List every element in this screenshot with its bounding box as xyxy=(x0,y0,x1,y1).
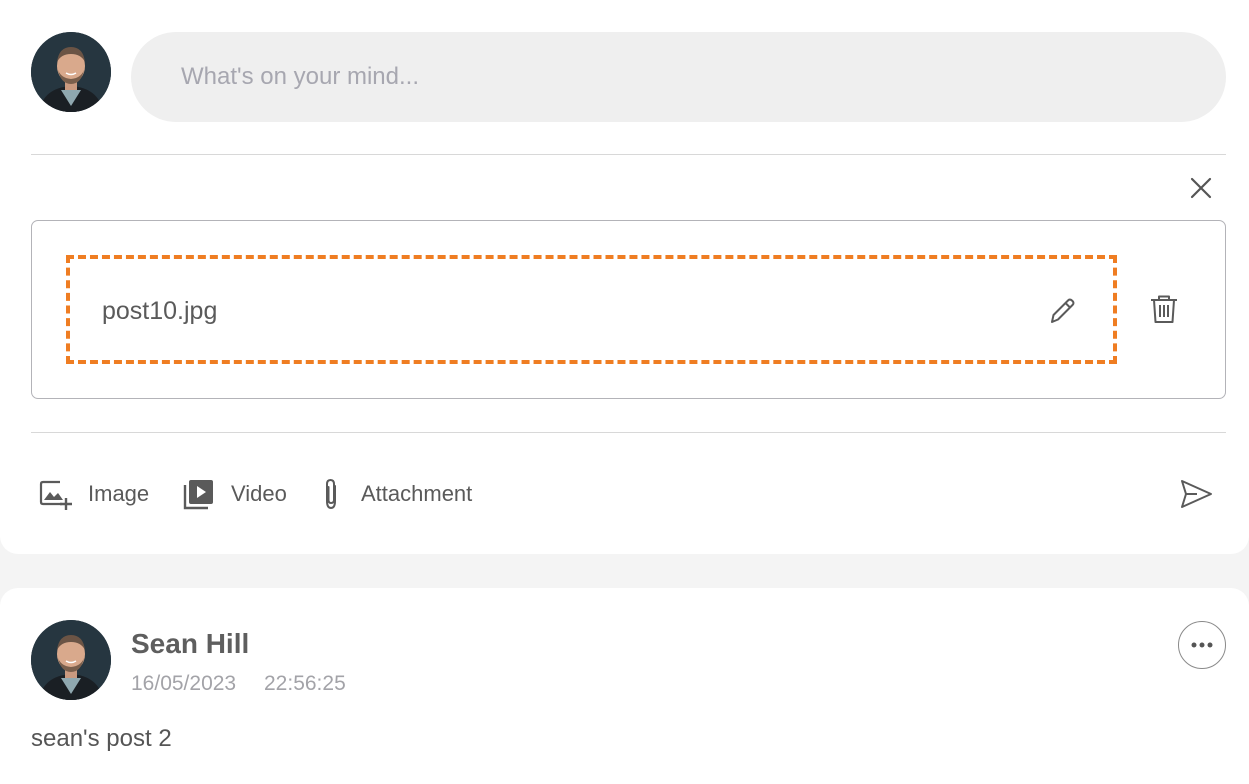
trash-icon[interactable] xyxy=(1146,291,1182,327)
add-attachment-label: Attachment xyxy=(361,481,473,506)
add-image-button[interactable]: Image xyxy=(38,476,149,512)
post-body: sean's post 2 xyxy=(31,725,172,752)
author-avatar[interactable] xyxy=(31,620,111,700)
post-card: Sean Hill 16/05/2023 22:56:25 sean's pos… xyxy=(0,588,1249,784)
attachment-preview: post10.jpg xyxy=(31,220,1226,399)
user-avatar[interactable] xyxy=(31,32,111,112)
send-icon[interactable] xyxy=(1177,476,1215,512)
post-input[interactable] xyxy=(131,32,1226,122)
author-name[interactable]: Sean Hill xyxy=(131,628,249,660)
more-horizontal-icon[interactable] xyxy=(1178,621,1226,669)
paperclip-icon xyxy=(314,476,350,512)
post-time: 22:56:25 xyxy=(264,672,346,695)
divider xyxy=(31,154,1226,155)
add-video-button[interactable]: Video xyxy=(181,476,287,512)
add-image-label: Image xyxy=(88,481,150,506)
pencil-icon[interactable] xyxy=(1044,293,1080,329)
video-library-icon xyxy=(181,476,217,512)
post-date: 16/05/2023 xyxy=(131,672,237,695)
divider xyxy=(31,432,1226,433)
post-composer: post10.jpg Image xyxy=(0,0,1249,554)
add-attachment-button[interactable]: Attachment xyxy=(314,476,472,512)
close-icon[interactable] xyxy=(1186,173,1216,203)
add-video-label: Video xyxy=(231,481,287,506)
attachment-file-row[interactable]: post10.jpg xyxy=(66,255,1117,364)
image-add-icon xyxy=(38,476,74,512)
attachment-file-name: post10.jpg xyxy=(102,297,218,325)
